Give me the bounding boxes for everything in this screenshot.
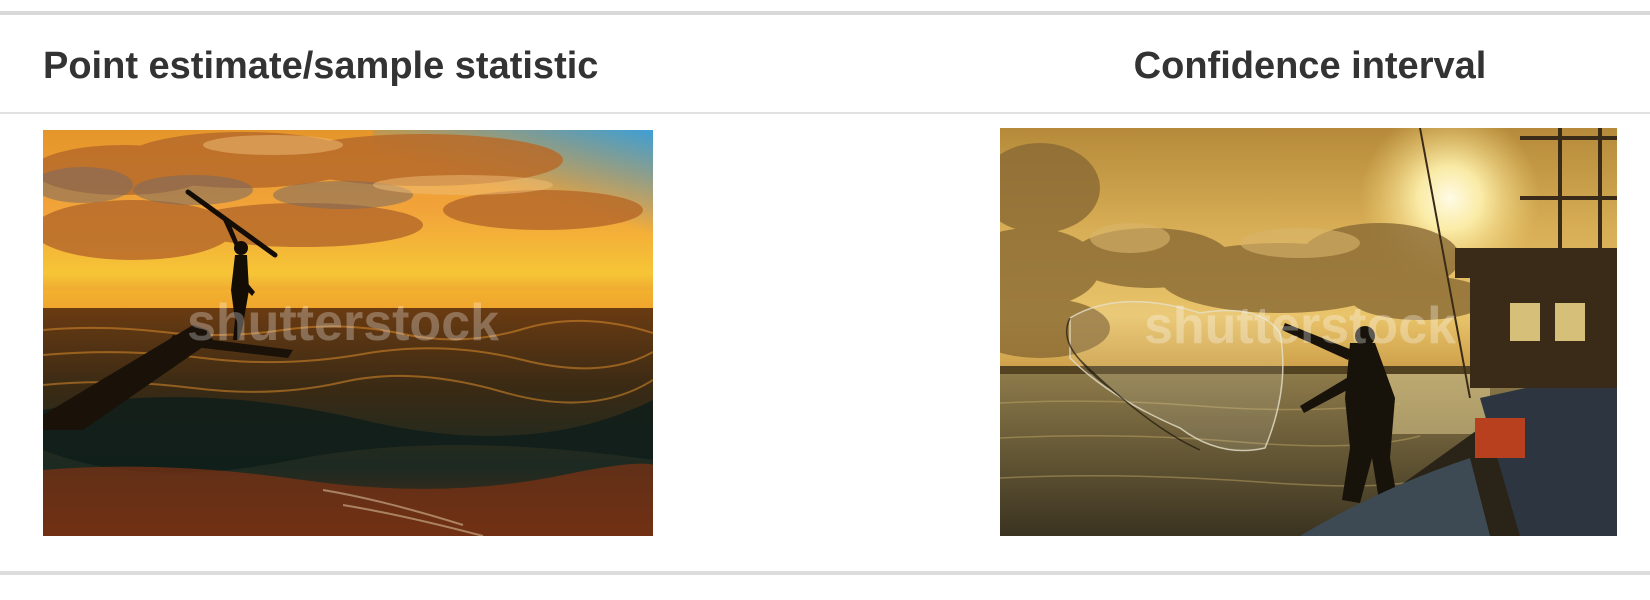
column-header-point-estimate: Point estimate/sample statistic [43, 45, 599, 87]
column-header-confidence-interval: Confidence interval [1133, 45, 1487, 87]
fisherman-net-illustration: shutterstock [1000, 128, 1617, 536]
bottom-rule [0, 571, 1650, 575]
sunset-sea-illustration: shutterstock [43, 130, 653, 536]
point-estimate-photo: shutterstock [43, 130, 653, 536]
top-rule [0, 11, 1650, 15]
watermark-left: shutterstock [187, 294, 499, 352]
watermark-right: shutterstock [1144, 297, 1456, 355]
confidence-interval-photo: shutterstock [1000, 128, 1617, 536]
header-divider [0, 112, 1650, 114]
